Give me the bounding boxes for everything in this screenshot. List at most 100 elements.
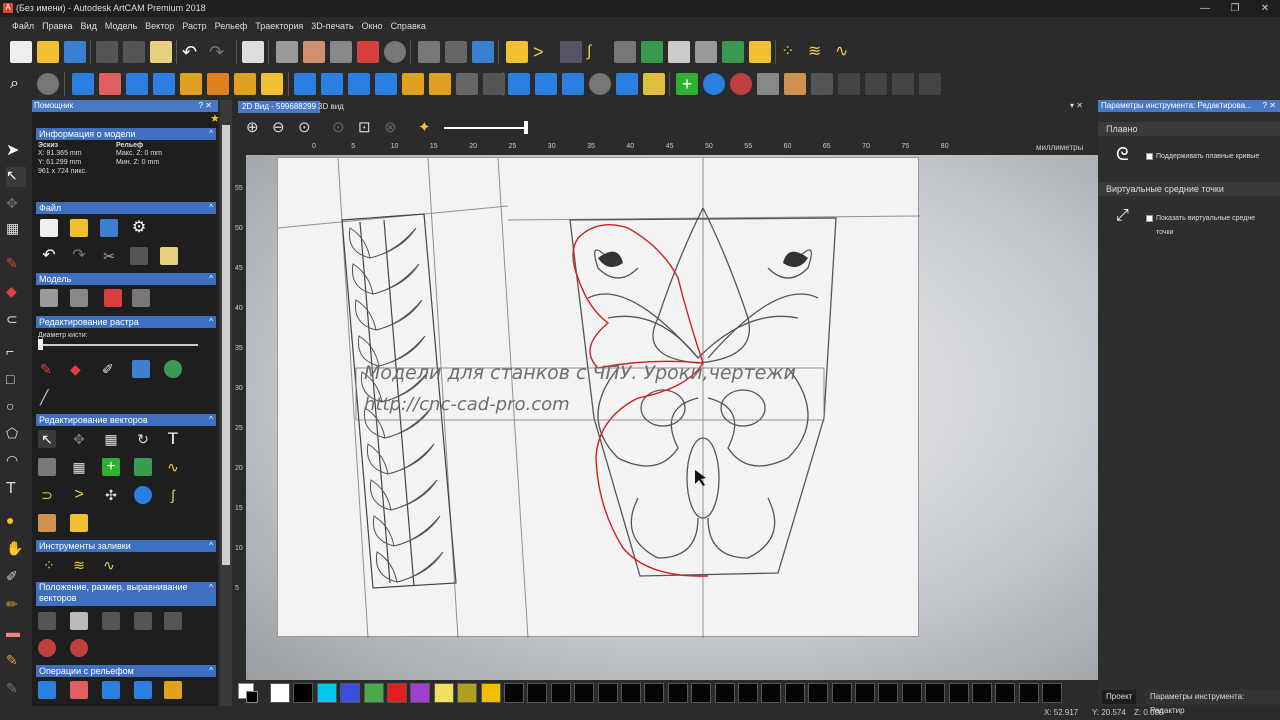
vector-add-icon[interactable]: + — [102, 458, 120, 476]
raster-picker-icon[interactable]: ✐ — [102, 360, 120, 378]
save-icon[interactable] — [64, 41, 86, 63]
vector-merge-icon[interactable] — [134, 458, 152, 476]
relief-dim5-icon[interactable] — [865, 73, 887, 95]
model-origin-icon[interactable] — [357, 41, 379, 63]
copy-icon[interactable] — [130, 247, 148, 265]
empty-color-swatch[interactable] — [691, 683, 712, 703]
menu-raster[interactable]: Растр — [178, 17, 210, 35]
relief-orange3-icon[interactable] — [402, 73, 424, 95]
redo-icon[interactable]: ↷ — [70, 247, 88, 265]
relief-layers-icon[interactable] — [643, 73, 665, 95]
vector-bridge-icon[interactable]: ⊃ — [38, 486, 56, 504]
color-swatch[interactable] — [410, 683, 431, 703]
model-size-icon[interactable] — [276, 41, 298, 63]
empty-color-swatch[interactable] — [878, 683, 899, 703]
raster-fill-icon[interactable]: ◆ — [70, 360, 88, 378]
relief-orange2-icon[interactable] — [234, 73, 256, 95]
align-dim1-icon[interactable] — [38, 612, 56, 630]
relief-blue6-icon[interactable] — [348, 73, 370, 95]
model-grid-icon[interactable] — [330, 41, 352, 63]
pin-star-icon[interactable]: ★ — [210, 112, 222, 125]
empty-color-swatch[interactable] — [550, 683, 571, 703]
paste-icon[interactable] — [160, 247, 178, 265]
tab-menu-icon[interactable]: ▾ ✕ — [1070, 101, 1083, 110]
maximize-button[interactable]: ❐ — [1220, 0, 1250, 17]
color-swatch[interactable] — [363, 683, 384, 703]
fill-tools-header[interactable]: Инструменты заливки ^ — [36, 540, 216, 552]
empty-color-swatch[interactable] — [972, 683, 992, 703]
paint-icon[interactable]: ✎ — [6, 652, 26, 672]
relief-gray-icon[interactable] — [589, 73, 611, 95]
brush-icon[interactable]: ✏ — [6, 596, 26, 616]
position-section-header[interactable]: Положение, размер, выравнивание векторов… — [36, 582, 216, 606]
arc-icon[interactable]: ◠ — [6, 452, 26, 472]
node-edit-icon[interactable]: ↖ — [6, 167, 26, 187]
save-icon[interactable] — [100, 219, 118, 237]
relief-orange4-icon[interactable] — [429, 73, 451, 95]
model-grid-icon[interactable] — [70, 289, 88, 307]
model-offset-icon[interactable] — [384, 41, 406, 63]
paste-icon[interactable] — [150, 41, 172, 63]
vector-curve-icon[interactable]: ∫ — [587, 41, 609, 63]
lasso-icon[interactable]: ⊂ — [6, 311, 26, 331]
zoom-slider[interactable] — [444, 127, 526, 129]
text-icon[interactable]: T — [6, 480, 26, 500]
vector-edit-header[interactable]: Редактирование векторов ^ — [36, 414, 216, 426]
import-vector-icon[interactable] — [506, 41, 528, 63]
vector-select-icon[interactable]: ↖ — [38, 430, 56, 448]
align-icon[interactable] — [70, 612, 88, 630]
layer-order-icon[interactable] — [472, 41, 494, 63]
menu-file[interactable]: Файл — [8, 17, 38, 35]
relief-folder-icon[interactable] — [261, 73, 283, 95]
vector-star-icon[interactable] — [614, 41, 636, 63]
relief-blue9-icon[interactable] — [535, 73, 557, 95]
raster-colors-icon[interactable] — [132, 360, 150, 378]
zoom-fit-icon[interactable]: ⊙ — [298, 118, 316, 136]
relief-blob-icon[interactable] — [703, 73, 725, 95]
color-swatch[interactable] — [340, 683, 361, 703]
relief-op1-icon[interactable] — [38, 681, 56, 699]
menu-relief[interactable]: Рельеф — [211, 17, 252, 35]
empty-color-swatch[interactable] — [644, 683, 665, 703]
relief-op5-icon[interactable] — [164, 681, 182, 699]
raster-pencil-icon[interactable]: ✎ — [40, 360, 58, 378]
menu-edit[interactable]: Правка — [38, 17, 76, 35]
relief-curve-icon[interactable] — [757, 73, 779, 95]
virtual-points-header[interactable]: Виртуальные средние точки — [1098, 182, 1280, 196]
fill-dots-icon[interactable]: ⁘ — [40, 556, 58, 574]
vector-layer-icon[interactable] — [38, 458, 56, 476]
relief-texture-icon[interactable] — [180, 73, 202, 95]
cut-icon[interactable]: ✂ — [100, 247, 118, 265]
settings-gear-icon[interactable]: ⚙ — [130, 219, 148, 237]
vector-nodes-icon[interactable] — [560, 41, 582, 63]
copy-icon[interactable] — [123, 41, 145, 63]
open-folder-icon[interactable] — [37, 41, 59, 63]
menu-3d-print[interactable]: 3D-печать — [307, 17, 357, 35]
new-file-icon[interactable] — [40, 219, 58, 237]
menu-window[interactable]: Окно — [358, 17, 387, 35]
relief-blue10-icon[interactable] — [562, 73, 584, 95]
color-swatch[interactable] — [457, 683, 478, 703]
layer-icon[interactable] — [418, 41, 440, 63]
color-swatch[interactable] — [293, 683, 314, 703]
align-dim4-icon[interactable] — [164, 612, 182, 630]
empty-color-swatch[interactable] — [995, 683, 1016, 703]
relief-orange1-icon[interactable] — [207, 73, 229, 95]
brush-diameter-slider[interactable] — [38, 344, 198, 346]
smudge-icon[interactable]: ✋ — [6, 540, 26, 560]
tab-3d-view[interactable]: 3D вид — [314, 101, 348, 113]
relief-blue3-icon[interactable] — [153, 73, 175, 95]
zoom-prev-icon[interactable]: ⊙ — [332, 118, 350, 136]
vector-grid-icon[interactable]: ▦ — [102, 430, 120, 448]
empty-color-swatch[interactable] — [808, 683, 829, 703]
vector-grid2-icon[interactable]: ▦ — [70, 458, 88, 476]
relief-dim2-icon[interactable] — [483, 73, 505, 95]
empty-color-swatch[interactable] — [597, 683, 618, 703]
empty-color-swatch[interactable] — [761, 683, 782, 703]
zoom-out-icon[interactable]: ⊖ — [272, 118, 290, 136]
vector-rotate-icon[interactable]: ↻ — [134, 430, 152, 448]
fill-wave-icon[interactable]: ∿ — [100, 556, 118, 574]
relief-blue2-icon[interactable] — [126, 73, 148, 95]
model-size-icon[interactable] — [40, 289, 58, 307]
align-ring2-icon[interactable] — [70, 639, 88, 657]
